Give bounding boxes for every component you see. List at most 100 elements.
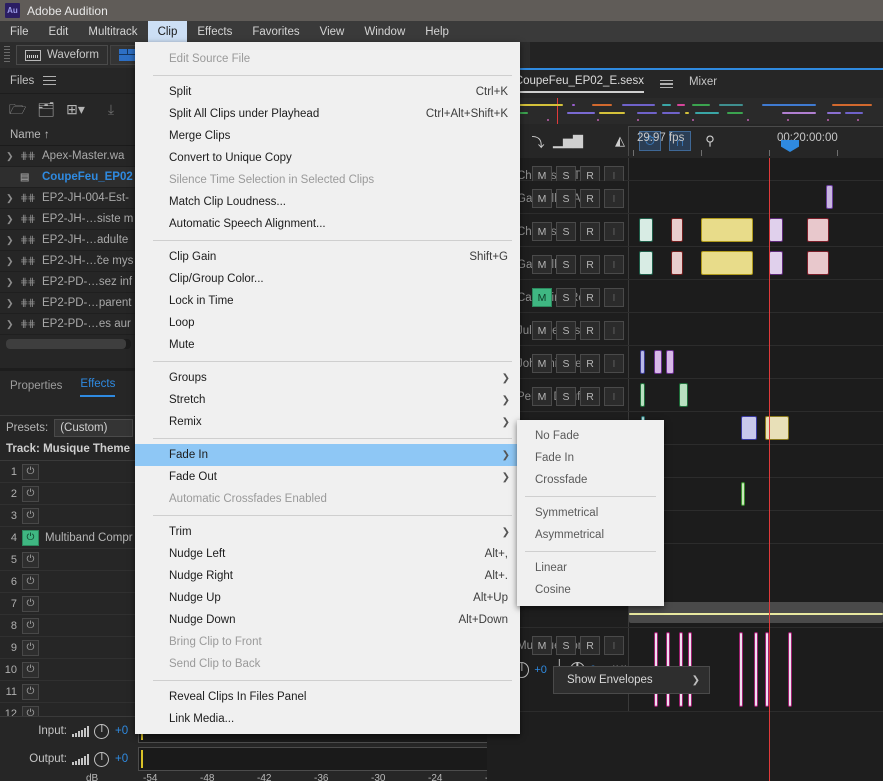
record-arm-button[interactable]: R [580,636,600,655]
menu-item-nudge-right[interactable]: Nudge Right Alt+. [135,565,520,587]
solo-button[interactable]: S [556,636,576,655]
mute-button[interactable]: M [532,255,552,274]
submenu-item-no-fade[interactable]: No Fade [517,425,664,447]
submenu-item-asymmetrical[interactable]: Asymmetrical [517,524,664,546]
menu-item-nudge-up[interactable]: Nudge Up Alt+Up [135,587,520,609]
track-lane[interactable] [628,181,883,213]
mute-button[interactable]: M [532,189,552,208]
power-icon[interactable]: ⏻ [22,683,39,700]
track-lane[interactable] [628,412,883,444]
menu-item-clip-gain[interactable]: Clip Gain Shift+G [135,246,520,268]
track-row[interactable]: ⋕⋕Julie DesrosiersMSRI [487,313,883,346]
list-item[interactable]: ❯ ⋕⋕ EP2-PD-…parent [0,293,137,314]
submenu-item-linear[interactable]: Linear [517,557,664,579]
solo-button[interactable]: S [556,222,576,241]
menu-item-convert-to-unique-copy[interactable]: Convert to Unique Copy [135,147,520,169]
input-gain-knob[interactable] [94,723,109,739]
track-row[interactable]: ⋕⋕Charles PATCHMSRI [487,158,883,185]
audio-clip[interactable] [701,218,753,242]
expand-twisty-icon[interactable]: ❯ [6,256,15,267]
tab-properties[interactable]: Properties [10,380,62,397]
effect-slot[interactable]: 3 ⏻ [0,505,137,527]
menu-effects[interactable]: Effects [187,21,242,42]
menu-item-split[interactable]: Split Ctrl+K [135,81,520,103]
mute-button[interactable]: M [532,321,552,340]
record-arm-button[interactable]: R [580,387,600,406]
power-icon[interactable]: ⏻ [22,551,39,568]
power-icon[interactable]: ⏻ [22,463,39,480]
expand-twisty-icon[interactable]: ❯ [6,193,15,204]
list-item[interactable]: ❯ ⋕⋕ EP2-PD-…sez inf [0,272,137,293]
expand-twisty-icon[interactable]: ❯ [6,277,15,288]
tab-files[interactable]: Files [10,75,34,87]
presets-select[interactable]: (Custom) [54,418,133,437]
menu-item-lock-in-time[interactable]: Lock in Time [135,290,520,312]
audio-clip[interactable] [769,251,783,275]
audio-clip[interactable] [654,350,662,374]
record-arm-button[interactable]: R [580,222,600,241]
mute-button[interactable]: M [532,222,552,241]
audio-clip[interactable] [679,383,688,407]
power-icon[interactable]: ⏻ [22,617,39,634]
mute-button[interactable]: M [532,288,552,307]
audio-clip[interactable] [754,632,758,707]
power-icon[interactable]: ⏻ [22,595,39,612]
input-monitor-button[interactable]: I [604,636,624,655]
menu-item-merge-clips[interactable]: Merge Clips [135,125,520,147]
hamburger-icon[interactable] [43,74,57,88]
submenu-item-fade-in[interactable]: Fade In [517,447,664,469]
tab-effects[interactable]: Effects [80,378,116,397]
files-horizontal-scrollbar[interactable] [6,339,131,349]
menu-item-nudge-down[interactable]: Nudge Down Alt+Down [135,609,520,631]
effect-slot[interactable]: 10 ⏻ [0,659,137,681]
list-item[interactable]: ▤ CoupeFeu_EP02 [0,167,137,188]
track-lane[interactable] [628,445,883,477]
audio-clip[interactable] [640,383,645,407]
waveform-mode-button[interactable]: Waveform [16,45,108,65]
audio-clip[interactable] [671,218,683,242]
input-monitor-button[interactable]: I [604,255,624,274]
expand-twisty-icon[interactable]: ❯ [6,319,15,330]
hamburger-icon[interactable] [659,77,673,91]
audio-clip[interactable] [765,632,769,707]
track-lane[interactable] [628,214,883,246]
menu-clip[interactable]: Clip [147,21,188,42]
track-lane[interactable] [628,158,883,180]
mute-button[interactable]: M [532,354,552,373]
audio-clip[interactable] [769,218,783,242]
effect-slot[interactable]: 4 ⏻ Multiband Compr [0,527,137,549]
submenu-item-symmetrical[interactable]: Symmetrical [517,502,664,524]
mute-button[interactable]: M [532,636,552,655]
menu-item-nudge-left[interactable]: Nudge Left Alt+, [135,543,520,565]
track-row[interactable]: ⋕⋕Johannie HepelMSRI [487,346,883,379]
input-monitor-button[interactable]: I [604,189,624,208]
audio-clip[interactable] [741,482,745,506]
track-lane[interactable] [628,478,883,510]
toolbar-grip[interactable] [4,46,10,64]
track-lane[interactable] [628,346,883,378]
menu-item-fade-out[interactable]: Fade Out ❯ [135,466,520,488]
meters-icon[interactable]: ▁▅▇ [553,131,583,151]
menu-item-match-clip-loudness[interactable]: Match Clip Loudness... [135,191,520,213]
track-row[interactable]: ⋕⋕Penda DioufMSRI [487,379,883,412]
menu-item-trim[interactable]: Trim ❯ [135,521,520,543]
record-arm-button[interactable]: R [580,288,600,307]
list-item[interactable]: ❯ ⋕⋕ Apex-Master.wa [0,146,137,167]
audio-clip[interactable] [741,416,757,440]
tab-mixer[interactable]: Mixer [689,76,717,92]
audio-clip[interactable] [788,632,792,707]
open-folder-icon[interactable]: 🗁 [9,102,26,116]
expand-twisty-icon[interactable]: ❯ [6,214,15,225]
menu-item-link-media[interactable]: Link Media... [135,708,520,730]
session-overview-map[interactable] [487,98,883,124]
track-row[interactable]: ⋕⋕GabrielleMSRI [487,247,883,280]
effect-slot[interactable]: 6 ⏻ [0,571,137,593]
menu-item-remix[interactable]: Remix ❯ [135,411,520,433]
expand-twisty-icon[interactable]: ❯ [6,235,15,246]
audio-clip[interactable] [765,416,789,440]
power-icon[interactable]: ⏻ [22,529,39,546]
menu-item-stretch[interactable]: Stretch ❯ [135,389,520,411]
power-icon[interactable]: ⏻ [22,507,39,524]
solo-button[interactable]: S [556,288,576,307]
timeline-ruler[interactable]: 29.97 fps 00:20:00:00 [628,126,883,156]
